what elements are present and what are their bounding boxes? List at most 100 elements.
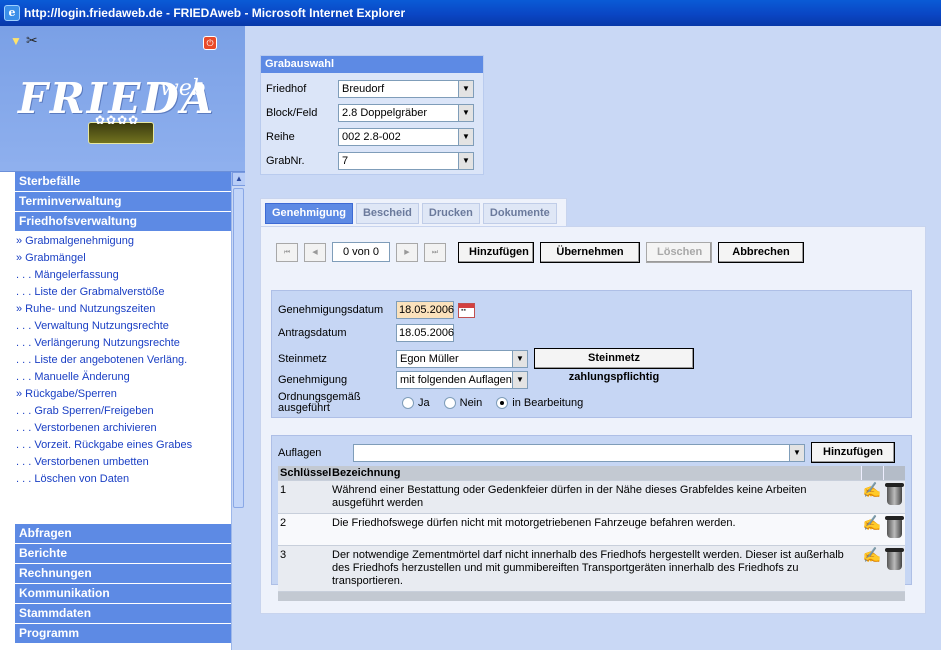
delete-button[interactable]: Löschen	[646, 241, 712, 263]
steinmetz-select[interactable]: Egon Müller ▼	[396, 349, 528, 368]
nav-programm[interactable]: Programm	[15, 624, 231, 643]
tab-genehmigung[interactable]: Genehmigung	[265, 203, 353, 224]
radio-in-bearbeitung-label: in Bearbeitung	[512, 397, 584, 409]
internet-explorer-icon: e	[4, 5, 20, 21]
dropdown-arrow-icon[interactable]: ▼	[458, 153, 473, 169]
grabnr-select[interactable]: 7 ▼	[338, 152, 474, 170]
grabauswahl-title: Grabauswahl	[261, 56, 483, 73]
block-row: Block/Feld 2.8 Doppelgräber ▼	[266, 103, 474, 123]
navigation: Sterbefälle Terminverwaltung Friedhofsve…	[0, 172, 246, 650]
subnav-grabmalgenehmigung[interactable]: » Grabmalgenehmigung	[15, 233, 231, 250]
dropdown-arrow-icon[interactable]: ▼	[512, 372, 527, 388]
radio-nein[interactable]: Nein	[443, 397, 483, 409]
tools-icon[interactable]: ✂	[26, 32, 38, 49]
nav-berichte[interactable]: Berichte	[15, 544, 231, 563]
friedhof-value: Breudorf	[342, 83, 385, 95]
cancel-button[interactable]: Abbrechen	[718, 241, 804, 263]
tab-bescheid[interactable]: Bescheid	[355, 203, 419, 224]
friedhof-select[interactable]: Breudorf ▼	[338, 80, 474, 98]
record-toolbar: ⏮ ◀ 0 von 0 ▶ ⏭ Hinzufügen Übernehmen Lö…	[276, 241, 804, 263]
auflagen-add-button[interactable]: Hinzufügen	[811, 442, 895, 463]
genehmigung-value: mit folgenden Auflagen (	[400, 374, 519, 386]
reihe-select[interactable]: 002 2.8-002 ▼	[338, 128, 474, 146]
left-frame: ▼ ✂ ⏻ FRIEDA web Sterbefälle Terminverwa…	[0, 26, 246, 650]
genehmigung-select[interactable]: mit folgenden Auflagen ( ▼	[396, 371, 528, 389]
edit-icon[interactable]: ✍	[861, 548, 883, 588]
subnav-loeschen-von-daten[interactable]: . . . Löschen von Daten	[15, 471, 231, 488]
subnav-grab-sperren-freigeben[interactable]: . . . Grab Sperren/Freigeben	[15, 403, 231, 420]
table-row: 2 Die Friedhofswege dürfen nicht mit mot…	[278, 513, 905, 545]
table-footer	[278, 591, 905, 601]
column-schluessel: Schlüssel	[280, 467, 332, 479]
table-row: 1 Während einer Bestattung oder Gedenkfe…	[278, 480, 905, 513]
subnav-manuelle-aenderung[interactable]: . . . Manuelle Änderung	[15, 369, 231, 386]
trash-icon[interactable]	[883, 483, 905, 510]
table-row: 3 Der notwendige Zementmörtel darf nicht…	[278, 545, 905, 591]
nav-friedhofsverwaltung[interactable]: Friedhofsverwaltung	[15, 212, 231, 231]
antragsdatum-input[interactable]: 18.05.2006	[396, 324, 454, 342]
subnav-verstorbenen-umbetten[interactable]: . . . Verstorbenen umbetten	[15, 454, 231, 471]
block-select[interactable]: 2.8 Doppelgräber ▼	[338, 104, 474, 122]
radio-nein-label: Nein	[459, 397, 483, 409]
subnav-verlaengerung-nutzungsrechte[interactable]: . . . Verlängerung Nutzungsrechte	[15, 335, 231, 352]
trash-icon[interactable]	[883, 548, 905, 588]
genehmigung-panel: ⏮ ◀ 0 von 0 ▶ ⏭ Hinzufügen Übernehmen Lö…	[260, 226, 926, 614]
last-record-icon[interactable]: ⏭	[424, 242, 446, 262]
tab-dokumente[interactable]: Dokumente	[482, 203, 557, 224]
edit-icon[interactable]: ✍	[861, 516, 883, 542]
nav-sterbefaelle[interactable]: Sterbefälle	[15, 172, 231, 191]
tab-drucken[interactable]: Drucken	[421, 203, 480, 224]
dropdown-arrow-icon[interactable]: ▼	[458, 81, 473, 97]
subnav-vorzeitige-rueckgabe[interactable]: . . . Vorzeit. Rückgabe eines Grabes	[15, 437, 231, 454]
dropdown-arrow-icon[interactable]: ▼	[458, 129, 473, 145]
scroll-thumb[interactable]	[233, 188, 244, 508]
dropdown-arrow-icon[interactable]: ▼	[789, 444, 804, 461]
nav-stammdaten[interactable]: Stammdaten	[15, 604, 231, 623]
power-icon[interactable]: ⏻	[203, 36, 217, 50]
add-button[interactable]: Hinzufügen	[458, 241, 534, 263]
nav-scrollbar[interactable]: ▲	[231, 172, 246, 650]
subnav-liste-angebotene-verlaengerungen[interactable]: . . . Liste der angebotenen Verläng.	[15, 352, 231, 369]
subnav-liste-grabmalverstoesse[interactable]: . . . Liste der Grabmalverstöße	[15, 284, 231, 301]
subnav-verstorbenen-archivieren[interactable]: . . . Verstorbenen archivieren	[15, 420, 231, 437]
genehmigung-row: Genehmigung mit folgenden Auflagen ( ▼	[278, 371, 528, 389]
radio-ja[interactable]: Ja	[402, 397, 430, 409]
subnav-grabmaengel[interactable]: » Grabmängel	[15, 250, 231, 267]
genehmigungsdatum-input[interactable]: 18.05.2006	[396, 301, 454, 319]
radio-in-bearbeitung-dot[interactable]	[496, 397, 509, 409]
nav-terminverwaltung[interactable]: Terminverwaltung	[15, 192, 231, 211]
next-record-icon[interactable]: ▶	[396, 242, 418, 262]
antragsdatum-row: Antragsdatum 18.05.2006	[278, 324, 454, 342]
edit-icon[interactable]: ✍	[861, 483, 883, 510]
subnav-ruhe-nutzungszeiten[interactable]: » Ruhe- und Nutzungszeiten	[15, 301, 231, 318]
nav-kommunikation[interactable]: Kommunikation	[15, 584, 231, 603]
steinmetz-row: Steinmetz Egon Müller ▼ Steinmetz zahlun…	[278, 348, 694, 383]
nav-rechnungen[interactable]: Rechnungen	[15, 564, 231, 583]
window-titlebar: e http://login.friedaweb.de - FRIEDAweb …	[0, 0, 941, 26]
grabnr-row: GrabNr. 7 ▼	[266, 151, 474, 171]
subnav-verwaltung-nutzungsrechte[interactable]: . . . Verwaltung Nutzungsrechte	[15, 318, 231, 335]
auflagen-select[interactable]: ▼	[353, 443, 805, 462]
scroll-up-arrow-icon[interactable]: ▲	[232, 172, 246, 186]
subnav-rueckgabe-sperren[interactable]: » Rückgabe/Sperren	[15, 386, 231, 403]
column-bezeichnung: Bezeichnung	[332, 467, 401, 479]
apply-button[interactable]: Übernehmen	[540, 241, 640, 263]
trash-icon[interactable]	[883, 516, 905, 542]
dropdown-arrow-icon[interactable]: ▼	[458, 105, 473, 121]
genehmigungsdatum-row: Genehmigungsdatum 18.05.2006	[278, 301, 475, 319]
radio-in-bearbeitung[interactable]: in Bearbeitung	[496, 397, 583, 409]
calendar-icon[interactable]	[458, 302, 475, 318]
subnav-maengelerfassung[interactable]: . . . Mängelerfassung	[15, 267, 231, 284]
friedhofsverwaltung-submenu: » Grabmalgenehmigung » Grabmängel . . . …	[15, 232, 231, 488]
previous-record-icon[interactable]: ◀	[304, 242, 326, 262]
radio-nein-dot[interactable]	[443, 397, 456, 409]
dropdown-arrow-icon[interactable]: ▼	[512, 350, 527, 367]
first-record-icon[interactable]: ⏮	[276, 242, 298, 262]
nav-abfragen[interactable]: Abfragen	[15, 524, 231, 543]
radio-ja-dot[interactable]	[402, 397, 414, 409]
logo-band	[0, 162, 245, 172]
pin-icon[interactable]: ▼	[10, 34, 22, 48]
logo-area: ▼ ✂ ⏻ FRIEDA web	[0, 26, 245, 172]
column-delete	[883, 466, 905, 480]
steinmetz-zahlungspflichtig-button[interactable]: Steinmetz zahlungspflichtig	[534, 348, 694, 383]
